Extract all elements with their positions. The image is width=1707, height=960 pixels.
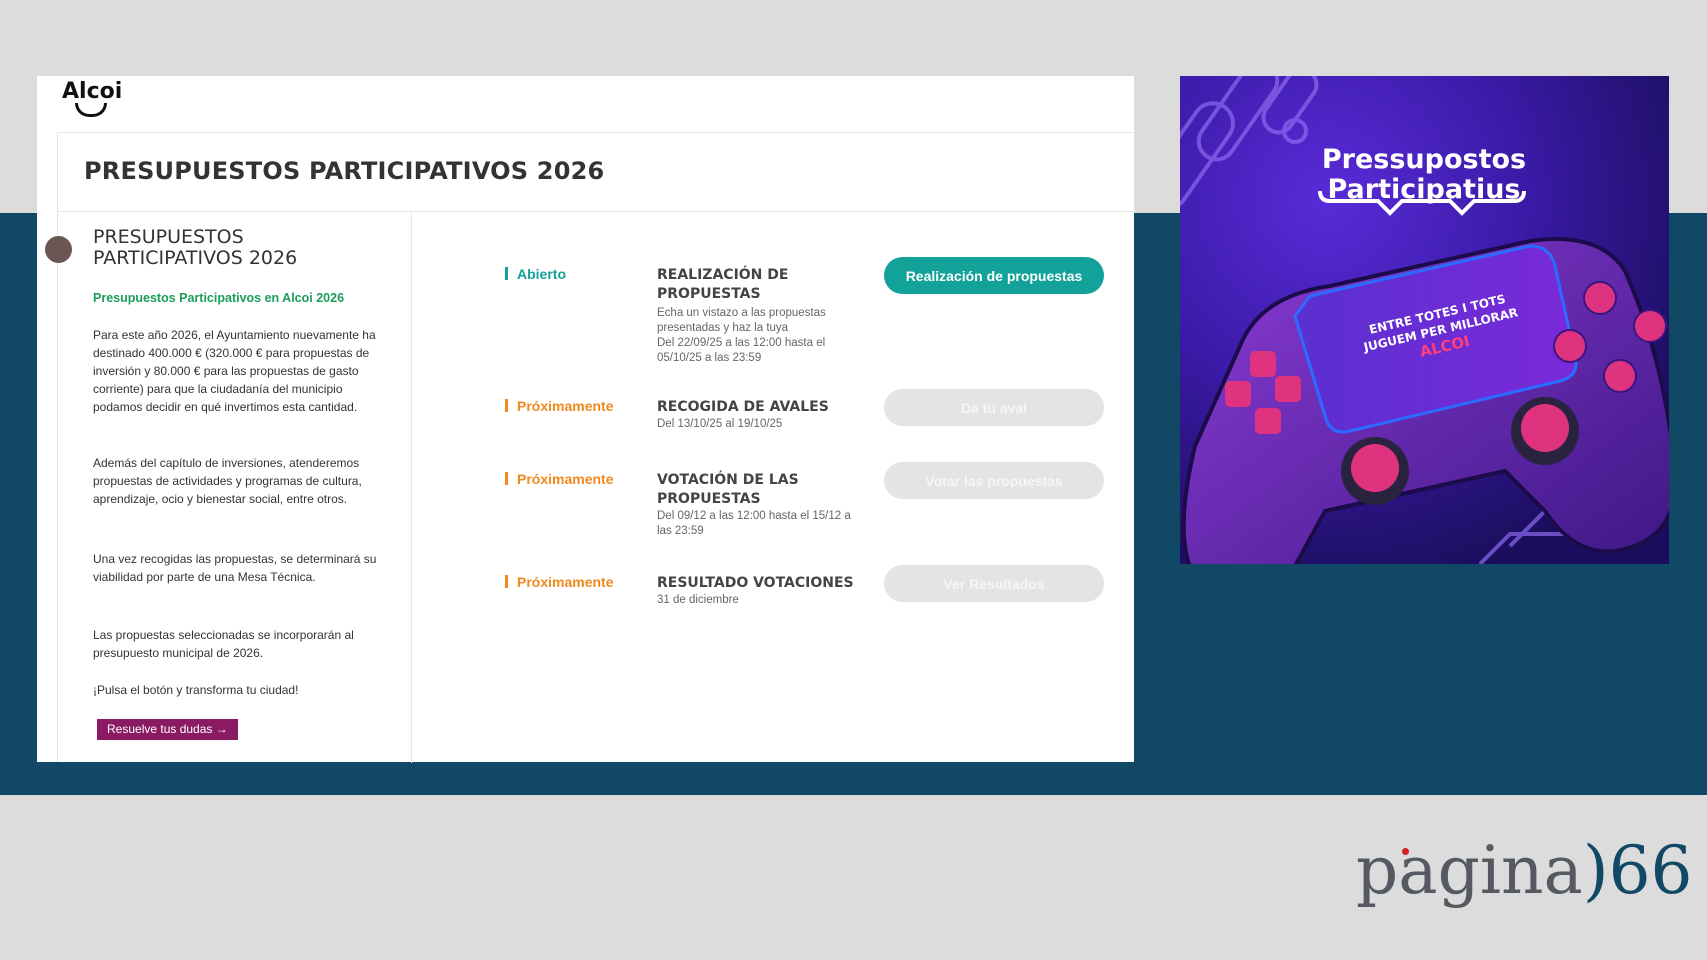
view-results-button[interactable]: Ver Resultados — [884, 565, 1104, 602]
section-title: PRESUPUESTOS PARTICIPATIVOS 2026 — [93, 227, 393, 269]
status-label: Próximamente — [505, 398, 613, 414]
title-bubble: Pressupostos Participatius — [1318, 144, 1526, 216]
smile-icon — [75, 103, 107, 117]
divider — [58, 211, 1135, 212]
phase-description: Echa un vistazo a las propuestas present… — [657, 307, 826, 334]
gamepad: ENTRE TOTES I TOTS JUGUEM PER MILLORAR A… — [1181, 237, 1669, 564]
vote-proposals-button[interactable]: Votar las propuestas — [884, 462, 1104, 499]
bullet-dot — [45, 236, 72, 263]
page-title: PRESUPUESTOS PARTICIPATIVOS 2026 — [84, 157, 605, 185]
promo-poster: Pressupostos Participatius ENTRE TOTES I… — [1180, 76, 1669, 564]
intro-paragraph: Las propuestas seleccionadas se incorpor… — [93, 628, 354, 660]
make-proposals-button[interactable]: Realización de propuestas — [884, 257, 1104, 294]
phase-title: REALIZACIÓN DE PROPUESTAS — [657, 267, 789, 302]
website-screenshot: Alcoi PRESUPUESTOS PARTICIPATIVOS 2026 P… — [37, 76, 1135, 763]
phase-dates: Del 09/12 a las 12:00 hasta el 15/12 a l… — [657, 510, 851, 537]
brand-number: 66 — [1608, 832, 1693, 909]
left-stick-icon — [1351, 444, 1399, 492]
give-endorsement-button[interactable]: Da tu aval — [884, 389, 1104, 426]
phase-title: RESULTADO VOTACIONES — [657, 575, 854, 591]
intro-paragraph: ¡Pulsa el botón y transforma tu ciudad! — [93, 683, 299, 697]
phase-dates: Del 13/10/25 al 19/10/25 — [657, 418, 783, 430]
column-divider — [411, 212, 412, 763]
section-subtitle: Presupuestos Participativos en Alcoi 202… — [93, 291, 345, 305]
phase-title: VOTACIÓN DE LAS PROPUESTAS — [657, 472, 799, 507]
phase-dates: 31 de diciembre — [657, 594, 739, 606]
status-label: Próximamente — [505, 471, 613, 487]
logo-text: Alcoi — [62, 79, 123, 104]
gamepad-illustration: Pressupostos Participatius ENTRE TOTES I… — [1180, 76, 1669, 564]
pagina66-logo: pagina)66 — [1356, 838, 1693, 904]
alcoi-logo[interactable]: Alcoi — [62, 79, 132, 123]
status-label: Abierto — [505, 266, 566, 282]
status-label: Próximamente — [505, 574, 613, 590]
red-dot-icon — [1402, 848, 1409, 855]
intro-paragraph: Una vez recogidas las propuestas, se det… — [93, 552, 377, 584]
brand-paren: ) — [1582, 832, 1609, 909]
phase-dates: Del 22/09/25 a las 12:00 hasta el 05/10/… — [657, 337, 826, 364]
phase-title: RECOGIDA DE AVALES — [657, 399, 829, 415]
section-title-line1: PRESUPUESTOS — [93, 226, 244, 248]
poster-title-line2: Participatius — [1327, 174, 1520, 205]
resolve-doubts-button[interactable]: Resuelve tus dudas → — [97, 719, 238, 740]
intro-paragraph: Para este año 2026, el Ayuntamiento nuev… — [93, 328, 376, 414]
poster-title-line1: Pressupostos — [1322, 144, 1526, 175]
intro-paragraph: Además del capítulo de inversiones, aten… — [93, 456, 362, 506]
right-stick-icon — [1521, 404, 1569, 452]
brand-word: pagina — [1356, 832, 1583, 909]
content-frame: PRESUPUESTOS PARTICIPATIVOS 2026 PRESUPU… — [45, 132, 1135, 763]
section-title-line2: PARTICIPATIVOS 2026 — [93, 247, 298, 269]
